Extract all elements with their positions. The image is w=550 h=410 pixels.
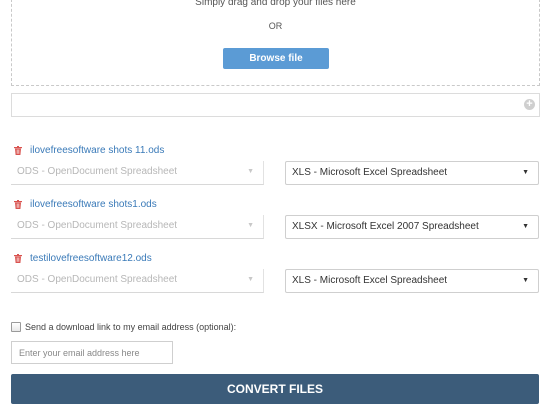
file-name-link[interactable]: ilovefreesoftware shots 11.ods: [30, 145, 164, 156]
target-format-select[interactable]: XLS - Microsoft Excel Spreadsheet ▼: [285, 161, 539, 185]
chevron-down-icon: ▼: [522, 223, 529, 230]
target-format-value: XLSX - Microsoft Excel 2007 Spreadsheet: [292, 221, 479, 232]
chevron-down-icon: ▼: [247, 168, 254, 175]
source-format-value: ODS - OpenDocument Spreadsheet: [17, 274, 178, 285]
email-link-checkbox[interactable]: [11, 322, 21, 332]
file-row: ilovefreesoftware shots 11.ods ODS - Ope…: [11, 143, 544, 193]
file-header: ilovefreesoftware shots 11.ods: [14, 143, 164, 157]
target-format-select[interactable]: XLSX - Microsoft Excel 2007 Spreadsheet …: [285, 215, 539, 239]
target-format-select[interactable]: XLS - Microsoft Excel Spreadsheet ▼: [285, 269, 539, 293]
chevron-down-icon: ▼: [522, 169, 529, 176]
browse-file-button[interactable]: Browse file: [223, 48, 329, 69]
target-format-value: XLS - Microsoft Excel Spreadsheet: [292, 275, 448, 286]
add-file-bar[interactable]: +: [11, 93, 540, 117]
plus-circle-icon[interactable]: +: [524, 99, 535, 110]
source-format-select: ODS - OpenDocument Spreadsheet ▼: [11, 269, 264, 293]
source-format-select: ODS - OpenDocument Spreadsheet ▼: [11, 161, 264, 185]
drop-instruction: Simply drag and drop your files here: [195, 0, 356, 8]
chevron-down-icon: ▼: [247, 222, 254, 229]
chevron-down-icon: ▼: [247, 276, 254, 283]
email-option-row: Send a download link to my email address…: [11, 320, 236, 334]
target-format-value: XLS - Microsoft Excel Spreadsheet: [292, 167, 448, 178]
file-row: testilovefreesoftware12.ods ODS - OpenDo…: [11, 251, 544, 301]
or-separator: OR: [268, 21, 283, 31]
chevron-down-icon: ▼: [522, 277, 529, 284]
file-row: ilovefreesoftware shots1.ods ODS - OpenD…: [11, 197, 544, 247]
convert-files-button[interactable]: CONVERT FILES: [11, 374, 539, 404]
file-header: ilovefreesoftware shots1.ods: [14, 197, 157, 211]
file-header: testilovefreesoftware12.ods: [14, 251, 152, 265]
trash-icon[interactable]: [14, 199, 22, 209]
source-format-select: ODS - OpenDocument Spreadsheet ▼: [11, 215, 264, 239]
trash-icon[interactable]: [14, 253, 22, 263]
source-format-value: ODS - OpenDocument Spreadsheet: [17, 166, 178, 177]
file-name-link[interactable]: testilovefreesoftware12.ods: [30, 253, 152, 264]
source-format-value: ODS - OpenDocument Spreadsheet: [17, 220, 178, 231]
email-option-label[interactable]: Send a download link to my email address…: [25, 322, 236, 332]
email-field[interactable]: [11, 341, 173, 364]
file-name-link[interactable]: ilovefreesoftware shots1.ods: [30, 199, 157, 210]
trash-icon[interactable]: [14, 145, 22, 155]
file-drop-zone[interactable]: Simply drag and drop your files here OR …: [11, 0, 540, 86]
converter-page: Simply drag and drop your files here OR …: [0, 0, 550, 410]
